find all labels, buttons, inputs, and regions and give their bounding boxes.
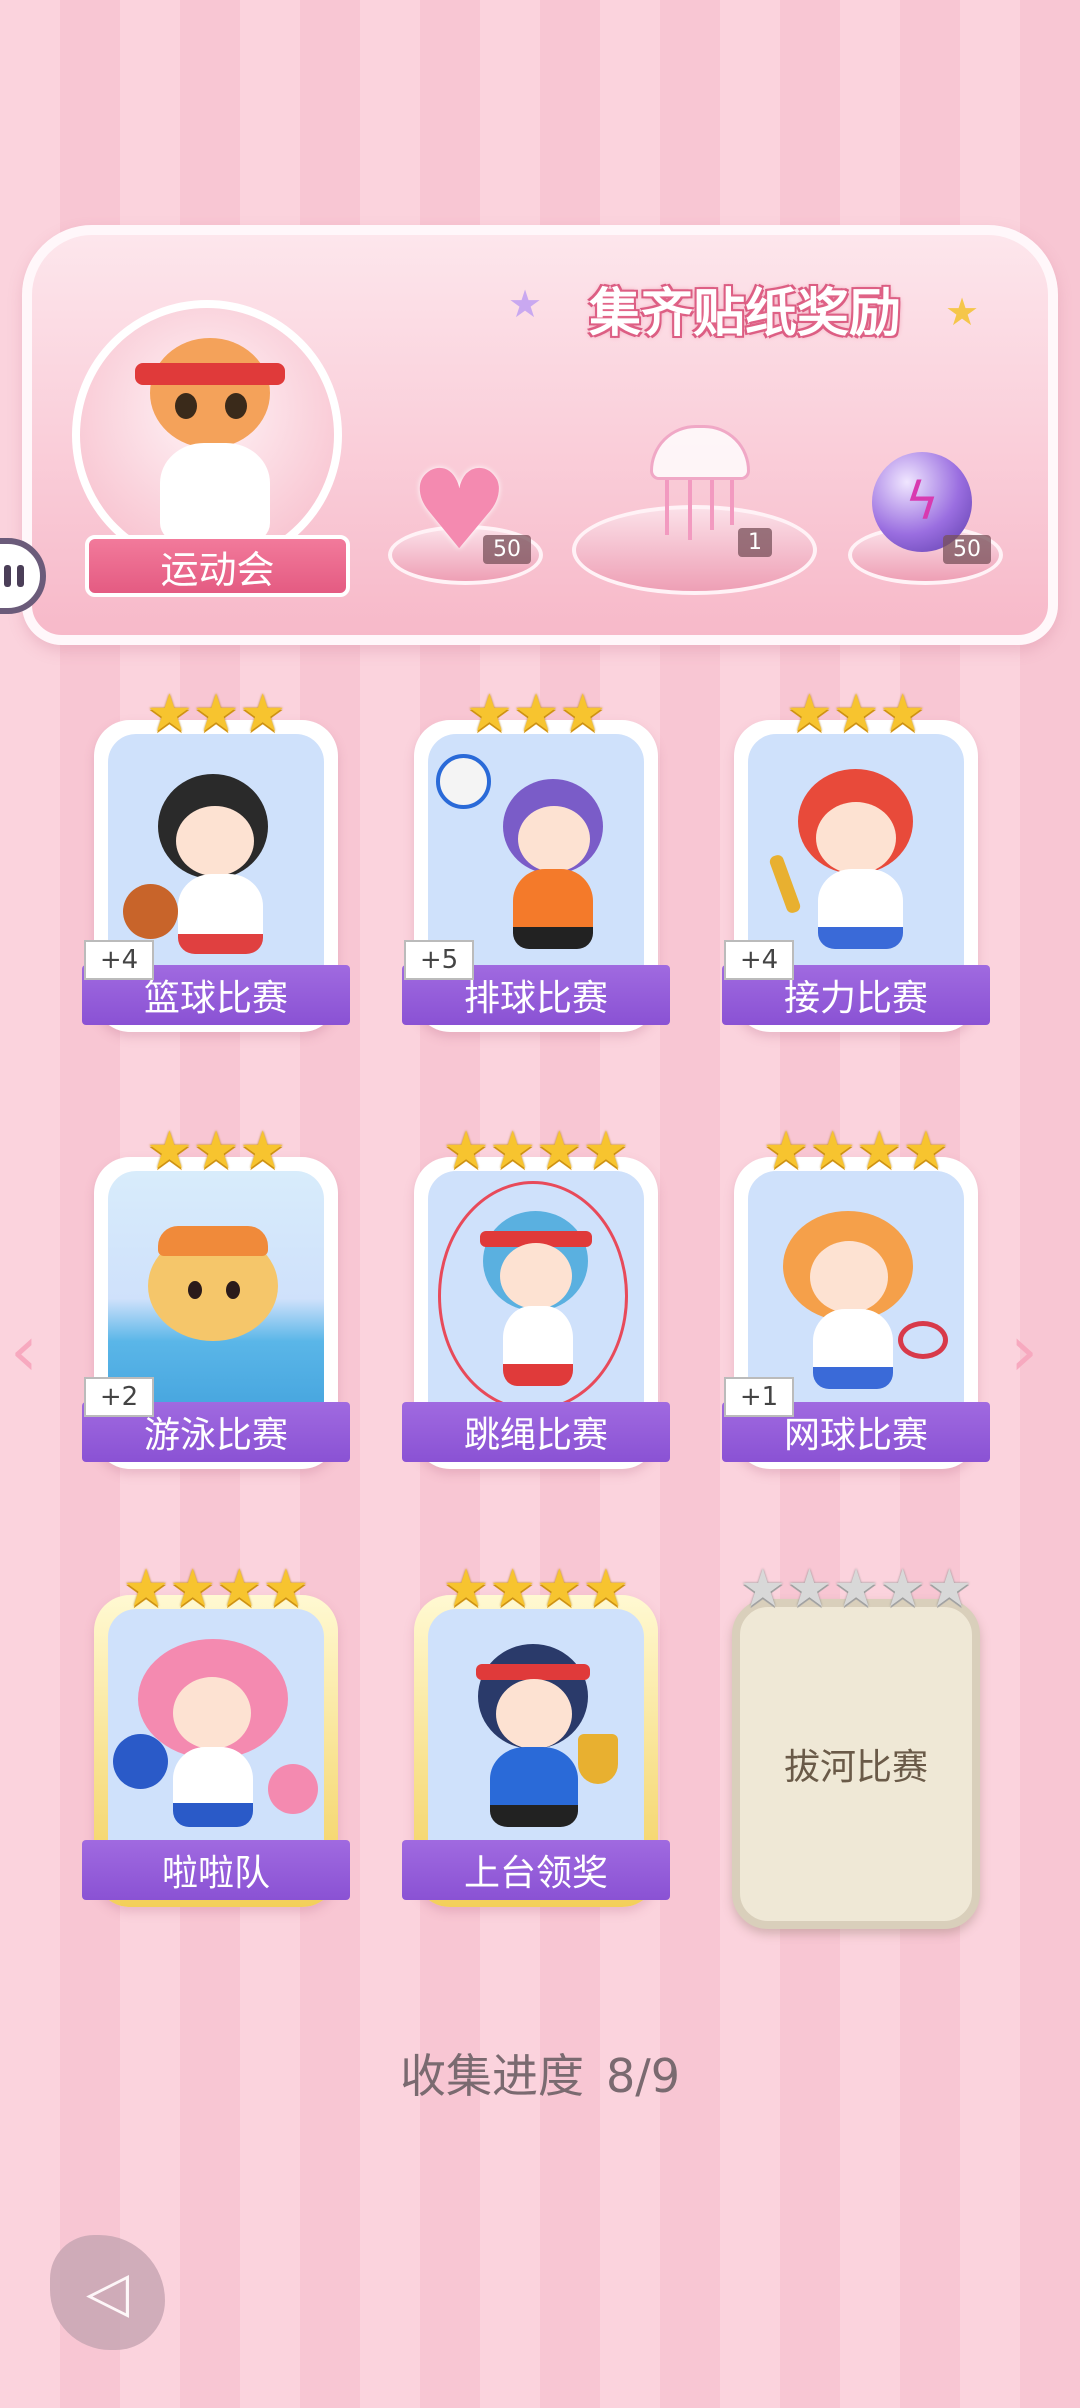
- card-label: 拔河比赛: [783, 1747, 928, 1788]
- card-label: 上台领奖: [402, 1840, 670, 1900]
- next-page-arrow-icon[interactable]: ›: [1010, 1310, 1038, 1392]
- star-rating: ★ ★ ★ ★: [442, 1121, 630, 1181]
- star-rating: ★ ★ ★ ★: [442, 1559, 630, 1619]
- progress-label: 收集进度: [399, 2049, 584, 2103]
- jellyfish-icon[interactable]: [640, 425, 760, 540]
- star-rating: ★ ★ ★ ★ ★: [739, 1559, 973, 1619]
- previous-page-arrow-icon[interactable]: ‹: [10, 1310, 38, 1392]
- back-arrow-icon: ◁: [85, 2260, 130, 2325]
- duplicate-count-badge: +1: [724, 1377, 794, 1417]
- sticker-card-cheerleader[interactable]: ★ ★ ★ ★ 啦啦队: [82, 1563, 350, 1920]
- card-label: 跳绳比赛: [402, 1402, 670, 1462]
- star-rating: ★ ★ ★ ★: [762, 1121, 950, 1181]
- duplicate-count-badge: +4: [724, 940, 794, 980]
- star-rating: ★ ★ ★ ★: [122, 1559, 310, 1619]
- back-button[interactable]: ◁: [50, 2235, 165, 2350]
- sticker-card-basketball[interactable]: ★ ★ ★ 篮球比赛 +4: [82, 688, 350, 1045]
- sticker-card-jump-rope[interactable]: ★ ★ ★ ★ 跳绳比赛: [402, 1125, 670, 1482]
- reward-count: 1: [738, 528, 772, 557]
- duplicate-count-badge: +4: [84, 940, 154, 980]
- duplicate-count-badge: +5: [404, 940, 474, 980]
- duplicate-count-badge: +2: [84, 1377, 154, 1417]
- event-mascot-cat: [72, 300, 342, 570]
- star-rating: ★ ★ ★: [146, 1121, 286, 1181]
- progress-value: 8/9: [605, 2049, 681, 2103]
- collection-progress: 收集进度 8/9: [0, 2040, 1080, 2106]
- star-rating: ★ ★ ★: [146, 684, 286, 744]
- star-rating: ★ ★ ★: [786, 684, 926, 744]
- event-name-ribbon: 运动会: [85, 535, 350, 597]
- reward-count: 50: [483, 535, 531, 564]
- sticker-card-volleyball[interactable]: ★ ★ ★ 排球比赛 +5: [402, 688, 670, 1045]
- banner-title: 集齐贴纸奖励: [588, 283, 901, 344]
- sticker-card-swimming[interactable]: ★ ★ ★ 游泳比赛 +2: [82, 1125, 350, 1482]
- star-icon: ★: [945, 290, 980, 334]
- star-rating: ★ ★ ★: [466, 684, 606, 744]
- sticker-card-tennis[interactable]: ★ ★ ★ ★ 网球比赛 +1: [722, 1125, 990, 1482]
- card-label: 啦啦队: [82, 1840, 350, 1900]
- star-icon: ★: [508, 282, 543, 326]
- sticker-card-relay[interactable]: ★ ★ ★ 接力比赛 +4: [722, 688, 990, 1045]
- reward-count: 50: [943, 535, 991, 564]
- sticker-card-tug-of-war-locked[interactable]: 拔河比赛 ★ ★ ★ ★ ★: [728, 1563, 984, 1929]
- sticker-card-award[interactable]: ★ ★ ★ ★ 上台领奖: [402, 1563, 670, 1920]
